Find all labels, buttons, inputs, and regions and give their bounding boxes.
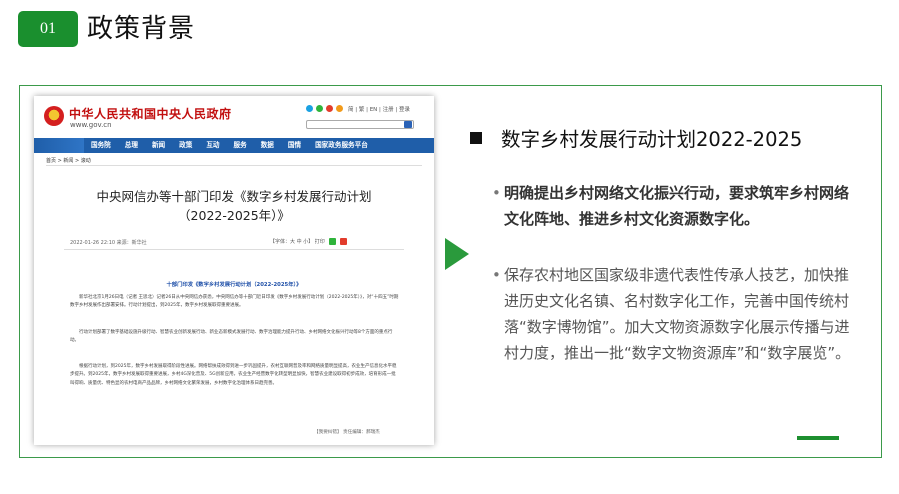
bullet-dot-icon: • — [492, 266, 501, 284]
top-links[interactable]: 简 | 繁 | EN | 注册 | 登录 — [348, 105, 410, 113]
plan-heading: 数字乡村发展行动计划2022-2025 — [470, 123, 802, 152]
divider — [46, 165, 422, 166]
arrow-right-icon — [445, 238, 469, 270]
font-size-print-links[interactable]: 【字体：大 中 小】 打印 — [270, 238, 325, 245]
gov-search-input[interactable] — [306, 120, 414, 129]
square-bullet-icon — [470, 131, 482, 144]
search-icon[interactable] — [404, 121, 412, 128]
nav-item-guoqing[interactable]: 国情 — [281, 138, 308, 153]
nav-item-xinwen[interactable]: 新闻 — [145, 138, 172, 153]
article-footer: 【我要纠错】 责任编辑：郝瑞杰 — [314, 430, 380, 435]
article-meta: 2022-01-26 22:10 来源：新华社 — [70, 240, 147, 246]
nav-item-fuwu[interactable]: 服务 — [227, 138, 254, 153]
slide: 01 政策背景 中华人民共和国中央人民政府 www.gov.cn 简 | 繁 |… — [0, 0, 899, 494]
bullet-text: 明确提出乡村网络文化振兴行动，要求筑牢乡村网络文化阵地、推进乡村文化资源数字化。 — [504, 184, 850, 228]
gov-header: 中华人民共和国中央人民政府 www.gov.cn 简 | 繁 | EN | 注册… — [34, 96, 434, 138]
nav-item-zhengwu-platform[interactable]: 国家政务服务平台 — [308, 138, 375, 153]
gov-nav-bar: 国务院 总理 新闻 政策 互动 服务 数据 国情 国家政务服务平台 — [34, 138, 434, 153]
article-title-line-1: 中央网信办等十部门印发《数字乡村发展行动计划 — [96, 189, 372, 204]
accent-line — [797, 436, 839, 440]
bullet-dot-icon: • — [492, 184, 501, 202]
weibo-share-icon[interactable] — [339, 238, 347, 245]
article-paragraph-3: 根据行动计划，到2025年，数字乡村发展取得阶段性进展。网络帮扶成效得到进一步巩… — [70, 364, 397, 386]
nav-item-zongli[interactable]: 总理 — [118, 138, 145, 153]
bullet-point-2: • 保存农村地区国家级非遗代表性传承人技艺，加快推进历史文化名镇、名村数字化工作… — [492, 262, 852, 366]
gov-site-name: 中华人民共和国中央人民政府 — [69, 107, 232, 121]
section-number-badge: 01 — [18, 11, 78, 47]
nav-item-guowuyuan[interactable]: 国务院 — [84, 138, 118, 153]
article-tools: 【字体：大 中 小】 打印 — [270, 238, 347, 245]
article-paragraph-1: 新华社北京1月26日电（记者 王思北）记者26日从中央网信办获悉，中央网信办等十… — [70, 295, 399, 309]
share-icons — [306, 105, 343, 112]
app-icon[interactable] — [326, 105, 333, 112]
breadcrumb[interactable]: 首页 > 新闻 > 滚动 — [46, 157, 91, 164]
nav-item-zhengce[interactable]: 政策 — [172, 138, 199, 153]
article-title-line-2: （2022-2025年）》 — [178, 208, 290, 223]
bullet-text: 保存农村地区国家级非遗代表性传承人技艺，加快推进历史文化名镇、名村数字化工作，完… — [504, 266, 851, 362]
nav-item-hudong[interactable]: 互动 — [199, 138, 226, 153]
wechat-icon[interactable] — [316, 105, 323, 112]
article-paragraph-2: 行动计划部署了数字基础设施升级行动、智慧农业创新发展行动、新业态新模式发展行动、… — [70, 330, 393, 344]
nav-banner — [34, 138, 84, 153]
wechat-share-icon[interactable] — [328, 238, 336, 245]
national-emblem-icon — [44, 106, 64, 126]
divider — [64, 249, 404, 250]
nav-item-shuju[interactable]: 数据 — [254, 138, 281, 153]
bullet-point-1: • 明确提出乡村网络文化振兴行动，要求筑牢乡村网络文化阵地、推进乡村文化资源数字… — [492, 180, 852, 232]
article-subtitle[interactable]: 十部门印发《数字乡村发展行动计划（2022-2025年）》 — [34, 280, 434, 288]
slide-title: 政策背景 — [87, 14, 196, 44]
article-title: 中央网信办等十部门印发《数字乡村发展行动计划 （2022-2025年）》 — [34, 187, 434, 225]
webpage-screenshot: 中华人民共和国中央人民政府 www.gov.cn 简 | 繁 | EN | 注册… — [34, 96, 434, 445]
weibo-icon[interactable] — [306, 105, 313, 112]
plan-title: 数字乡村发展行动计划2022-2025 — [501, 128, 803, 151]
rss-icon[interactable] — [336, 105, 343, 112]
gov-site-url: www.gov.cn — [70, 121, 112, 129]
